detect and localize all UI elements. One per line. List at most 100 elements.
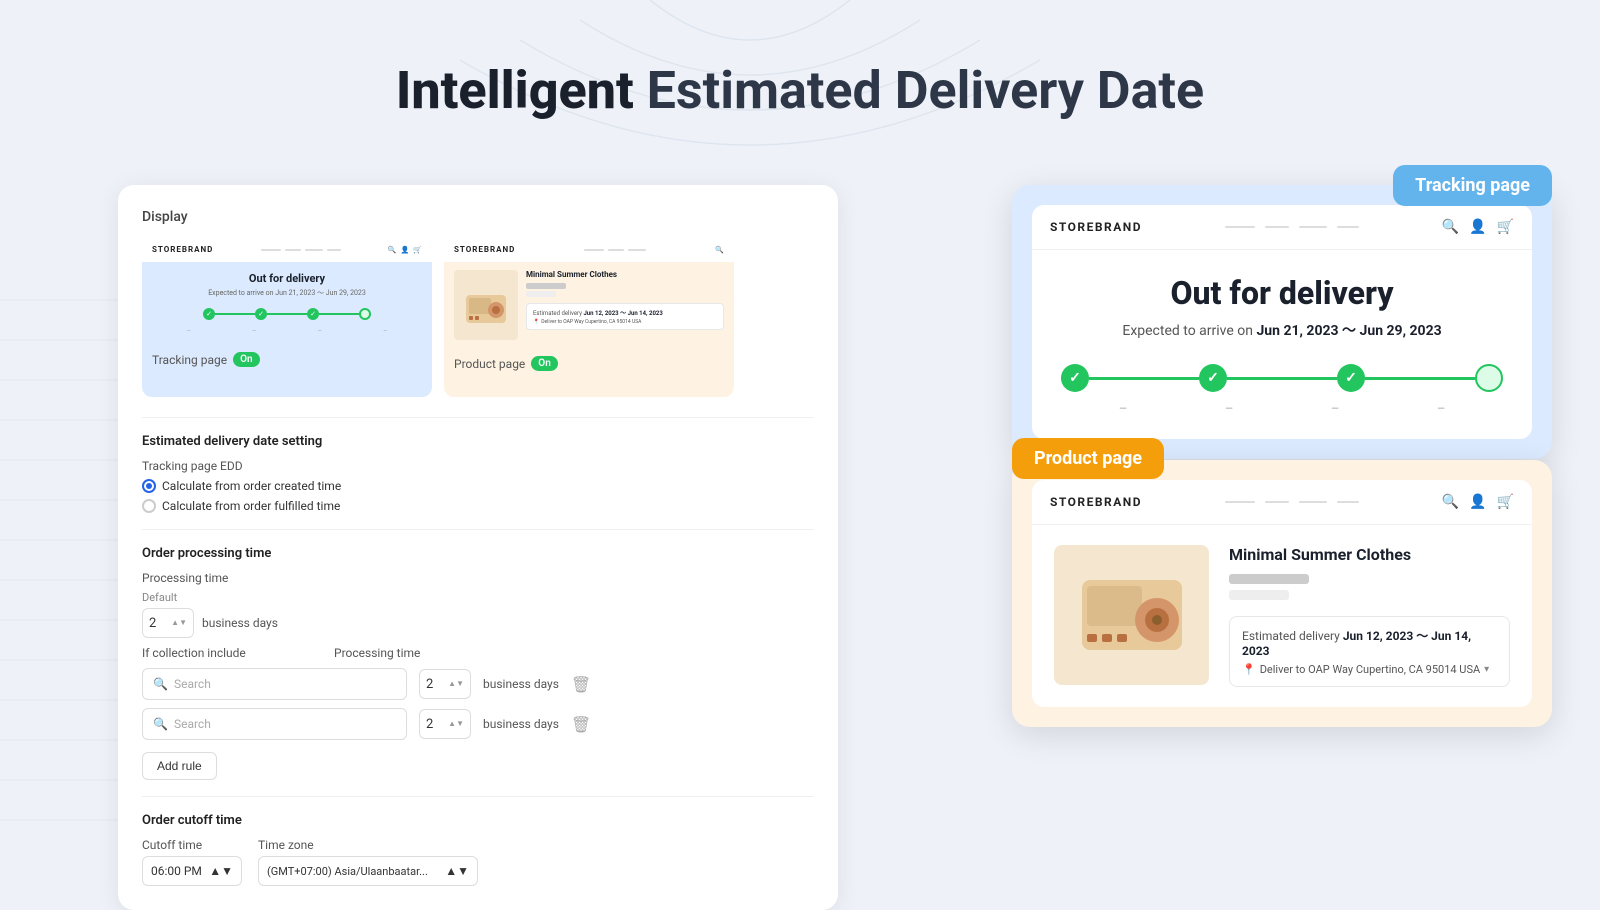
collection-search-2[interactable]: 🔍 Search [142, 708, 407, 740]
delete-rule-1[interactable]: 🗑 [571, 675, 591, 694]
page-title: Intelligent Estimated Delivery Date [396, 60, 1204, 121]
arrows-2[interactable]: ▲▼ [448, 720, 464, 728]
pin-icon: 📍 [1242, 663, 1256, 676]
product-preview-card: STOREBRAND 🔍 [444, 237, 734, 397]
processing-days-input-2[interactable]: 2 ▲▼ [419, 709, 471, 739]
search-icon: 🔍 [1442, 494, 1459, 510]
default-days-input[interactable]: 2 ▲▼ [142, 608, 194, 638]
mini-product-info: Minimal Summer Clothes Estimated deliver… [526, 270, 724, 340]
edd-section-title: Estimated delivery date setting [142, 434, 814, 449]
nav-line [628, 249, 646, 251]
product-badge-row: Product page On [444, 356, 734, 381]
radio-created[interactable] [142, 479, 156, 493]
mini-tracking-sub: Expected to arrive on Jun 21, 2023 ～ Jun… [156, 288, 418, 298]
processing-col-label: Processing time [334, 646, 454, 660]
radio-row-1: Calculate from order created time [142, 479, 814, 493]
arrows-1[interactable]: ▲▼ [448, 680, 464, 688]
tracking-inner: STOREBRAND 🔍 👤 🛒 Out for delivery Expect… [1032, 205, 1532, 439]
dropdown-arrow[interactable]: ▾ [1484, 664, 1489, 675]
tracking-content: Out for delivery Expected to arrive on J… [1032, 250, 1532, 439]
mini-nav-product [584, 249, 646, 251]
settings-card: Display STOREBRAND 🔍 👤 🛒 Out for del [118, 185, 838, 910]
step2-check: ✓ [255, 308, 267, 320]
tracking-badge-label: Tracking page [152, 353, 227, 367]
tracking-subtitle: Expected to arrive on Jun 21, 2023 ～ Jun… [1060, 320, 1504, 340]
mini-tracking-title: Out for delivery [156, 272, 418, 285]
tracking-store-logo: STOREBRAND [1050, 220, 1142, 234]
preview-row: STOREBRAND 🔍 👤 🛒 Out for delivery Expect… [142, 237, 814, 397]
radio-label-created: Calculate from order created time [162, 479, 341, 493]
search-placeholder-2: Search [174, 717, 211, 731]
tracking-popup-label: Tracking page [1393, 165, 1552, 206]
delete-rule-2[interactable]: 🗑 [571, 715, 591, 734]
product-store-logo: STOREBRAND [1050, 495, 1142, 509]
step-labels-row: — — — — [1060, 404, 1504, 415]
mini-store-header-tracking: STOREBRAND 🔍 👤 🛒 [142, 237, 432, 262]
tracking-store-icons: 🔍 👤 🛒 [1442, 219, 1514, 235]
radio-fulfilled[interactable] [142, 499, 156, 513]
nav-line [1337, 501, 1359, 503]
step4-check [359, 308, 371, 320]
processing-days-input-1[interactable]: 2 ▲▼ [419, 669, 471, 699]
cart-icon: 🛒 [413, 246, 422, 254]
tz-arrows[interactable]: ▲▼ [445, 864, 469, 878]
pline3 [1365, 377, 1475, 380]
nav-line [1225, 501, 1255, 503]
step2: ✓ [1199, 364, 1227, 392]
step-labels: — — — — [156, 328, 418, 334]
time-arrows[interactable]: ▲▼ [209, 864, 233, 878]
pline2 [1227, 377, 1337, 380]
cutoff-time-input[interactable]: 06:00 PM ▲▼ [142, 856, 242, 886]
display-label: Display [142, 209, 814, 225]
nav-line [1299, 501, 1327, 503]
timezone-input[interactable]: (GMT+07:00) Asia/Ulaanbaatar... ▲▼ [258, 856, 478, 886]
tracking-page-popup: Tracking page STOREBRAND 🔍 👤 🛒 Out for d… [1012, 185, 1552, 459]
tracking-badge-row: Tracking page On [142, 352, 432, 377]
number-arrows[interactable]: ▲▼ [171, 619, 187, 627]
progress-line1 [215, 313, 255, 315]
timezone-label: Time zone [258, 838, 478, 852]
radio-product-illustration [1072, 560, 1192, 670]
cart-icon: 🛒 [1497, 219, 1514, 235]
divider2 [142, 529, 814, 530]
mini-logo-product: STOREBRAND [454, 245, 515, 254]
radio-illustration [461, 280, 511, 330]
collection-header-row: If collection include Processing time [142, 646, 814, 660]
nav-line [1265, 226, 1289, 228]
search-icon: 🔍 [715, 246, 724, 254]
business-days-unit: business days [202, 616, 278, 630]
product-inner: STOREBRAND 🔍 👤 🛒 [1032, 480, 1532, 707]
nav-line [1225, 226, 1255, 228]
mini-product-img [454, 270, 518, 340]
mini-logo-tracking: STOREBRAND [152, 245, 213, 254]
progress-line3 [319, 313, 359, 315]
cutoff-time-col: Cutoff time 06:00 PM ▲▼ [142, 838, 242, 886]
price-placeholder1 [526, 283, 566, 289]
tracking-store-nav [1225, 226, 1359, 228]
unit-1: business days [483, 677, 559, 691]
rule-row-1: 🔍 Search 2 ▲▼ business days 🗑 [142, 668, 814, 700]
mini-nav-tracking [261, 249, 341, 251]
product-title: Minimal Summer Clothes [1229, 545, 1510, 564]
collection-search-1[interactable]: 🔍 Search [142, 668, 407, 700]
default-days-row: 2 ▲▼ business days [142, 608, 814, 638]
mini-delivery-box: Estimated delivery Jun 12, 2023 ～ Jun 14… [526, 303, 724, 330]
add-rule-button[interactable]: Add rule [142, 752, 217, 780]
step3-check: ✓ [307, 308, 319, 320]
tracking-store-header: STOREBRAND 🔍 👤 🛒 [1032, 205, 1532, 250]
progress-bar: ✓ ✓ ✓ [1060, 364, 1504, 392]
nav-line [1265, 501, 1289, 503]
mini-icons-product: 🔍 [715, 246, 724, 254]
cart-icon: 🛒 [1497, 494, 1514, 510]
user-icon: 👤 [401, 246, 410, 254]
search-icon: 🔍 [388, 246, 397, 254]
processing-section-title: Order processing time [142, 546, 814, 561]
price-placeholder2 [526, 291, 556, 297]
unit-2: business days [483, 717, 559, 731]
delivery-info-box: Estimated delivery Jun 12, 2023 ～ Jun 14… [1229, 616, 1510, 687]
radio-label-fulfilled: Calculate from order fulfilled time [162, 499, 340, 513]
page-title-rest: Estimated Delivery Date [634, 60, 1204, 121]
user-icon: 👤 [1469, 494, 1486, 510]
processing-time-label: Processing time [142, 571, 814, 585]
product-page-popup: Product page STOREBRAND 🔍 👤 🛒 [1012, 460, 1552, 727]
